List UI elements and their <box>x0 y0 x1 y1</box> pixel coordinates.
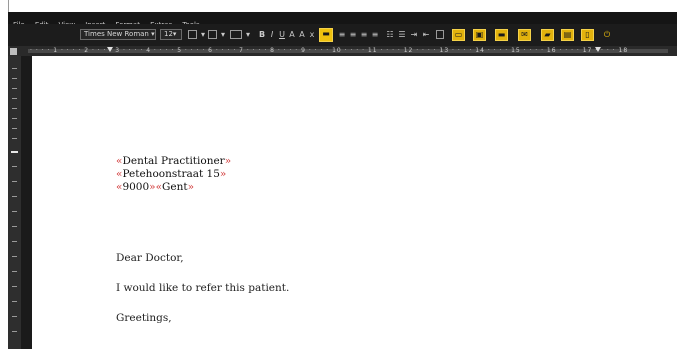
font-name-select[interactable]: Times New Roman ▾ <box>80 29 156 40</box>
ruler-tick <box>12 128 17 129</box>
address-line-city[interactable]: «9000»«Gent» <box>116 181 194 193</box>
merge-field-close: » <box>187 181 195 193</box>
ruler-tick <box>12 181 17 182</box>
ruler-tick <box>12 331 17 332</box>
envelope-icon[interactable]: ✉ <box>518 29 531 41</box>
chevron-down-icon[interactable]: ▾ <box>199 29 207 40</box>
menu-bar: File Edit View Insert Format Extras Tool… <box>8 12 677 29</box>
highlight-color-icon[interactable] <box>208 30 217 39</box>
chevron-down-icon[interactable]: ▾ <box>219 29 227 40</box>
merge-field: Petehoonstraat 15 <box>122 168 220 180</box>
merge-field-separator: »« <box>149 181 163 193</box>
power-icon[interactable]: ⏻ <box>601 29 613 40</box>
superscript-icon[interactable]: A <box>288 29 296 40</box>
vertical-ruler <box>8 56 21 349</box>
label-icon[interactable]: ▰ <box>541 29 554 41</box>
merge-field-close: » <box>224 155 232 167</box>
justify-icon[interactable]: ≡ <box>371 29 379 40</box>
bullet-list-icon[interactable]: ☷ <box>386 29 394 40</box>
pages-icon[interactable]: ▤ <box>561 29 574 41</box>
chevron-down-icon[interactable]: ▾ <box>244 29 252 40</box>
window-left-margin <box>0 0 8 349</box>
ruler-tick <box>12 211 17 212</box>
highlighter-icon[interactable]: ▬ <box>319 28 333 42</box>
merge-field: Dental Practitioner <box>122 155 225 167</box>
open-icon[interactable]: ▭ <box>452 29 465 41</box>
mail-merge-icon[interactable]: ▬ <box>495 29 508 41</box>
ruler-tick <box>12 316 17 317</box>
merge-field: Gent <box>162 181 188 193</box>
border-icon[interactable] <box>230 30 242 39</box>
subscript-icon[interactable]: A <box>298 29 306 40</box>
strike-icon[interactable]: x <box>308 29 316 40</box>
align-right-icon[interactable]: ≡ <box>360 29 368 40</box>
salutation[interactable]: Dear Doctor, <box>116 252 184 264</box>
ruler-tick <box>12 286 17 287</box>
formatting-toolbar: Times New Roman ▾ 12▾ ▾ ▾ ▾ B I U A A x … <box>8 24 677 46</box>
merge-field: 9000 <box>122 181 150 193</box>
ruler-tick <box>12 256 17 257</box>
font-size-select[interactable]: 12▾ <box>160 29 182 40</box>
body-text[interactable]: I would like to refer this patient. <box>116 282 289 294</box>
text-color-icon[interactable] <box>188 30 197 39</box>
ruler-tick <box>12 108 17 109</box>
ruler-tick <box>12 118 17 119</box>
ruler-tick <box>12 78 17 79</box>
ruler-scale: · · · · 1 · · · · 2 · · · · 3 · · · · 4 … <box>30 47 629 54</box>
indent-icon[interactable]: ⇥ <box>410 29 418 40</box>
word-processor-window: File Edit View Insert Format Extras Tool… <box>8 12 677 349</box>
ruler-tick <box>12 241 17 242</box>
merge-field-close: » <box>219 168 227 180</box>
ruler-tick <box>12 88 17 89</box>
address-line-street[interactable]: «Petehoonstraat 15» <box>116 168 226 180</box>
top-margin-marker[interactable] <box>11 151 18 153</box>
ruler-corner-button[interactable] <box>10 48 17 55</box>
address-line-name[interactable]: «Dental Practitioner» <box>116 155 231 167</box>
ruler-tick <box>12 138 17 139</box>
table-icon[interactable] <box>436 30 444 39</box>
right-indent-marker[interactable] <box>595 47 601 52</box>
horizontal-ruler: · · · · 1 · · · · 2 · · · · 3 · · · · 4 … <box>8 46 677 56</box>
ruler-tick <box>12 196 17 197</box>
bold-icon[interactable]: B <box>258 29 266 40</box>
italic-icon[interactable]: I <box>268 29 276 40</box>
underline-icon[interactable]: U <box>278 29 286 40</box>
ruler-tick <box>12 271 17 272</box>
numbered-list-icon[interactable]: ☰ <box>398 29 406 40</box>
print-icon[interactable]: ▣ <box>473 29 486 41</box>
save-icon[interactable]: ▯ <box>581 29 594 41</box>
outdent-icon[interactable]: ⇤ <box>422 29 430 40</box>
ruler-tick <box>12 98 17 99</box>
ruler-tick <box>12 166 17 167</box>
ruler-tick <box>12 226 17 227</box>
font-name-value: Times New Roman <box>84 30 149 38</box>
document-page[interactable]: «Dental Practitioner» «Petehoonstraat 15… <box>32 56 677 349</box>
align-center-icon[interactable]: ≡ <box>349 29 357 40</box>
font-size-value: 12 <box>164 30 173 38</box>
ruler-tick <box>12 301 17 302</box>
closing[interactable]: Greetings, <box>116 312 172 324</box>
left-indent-marker[interactable] <box>107 47 113 52</box>
align-left-icon[interactable]: ≡ <box>338 29 346 40</box>
ruler-tick <box>12 68 17 69</box>
